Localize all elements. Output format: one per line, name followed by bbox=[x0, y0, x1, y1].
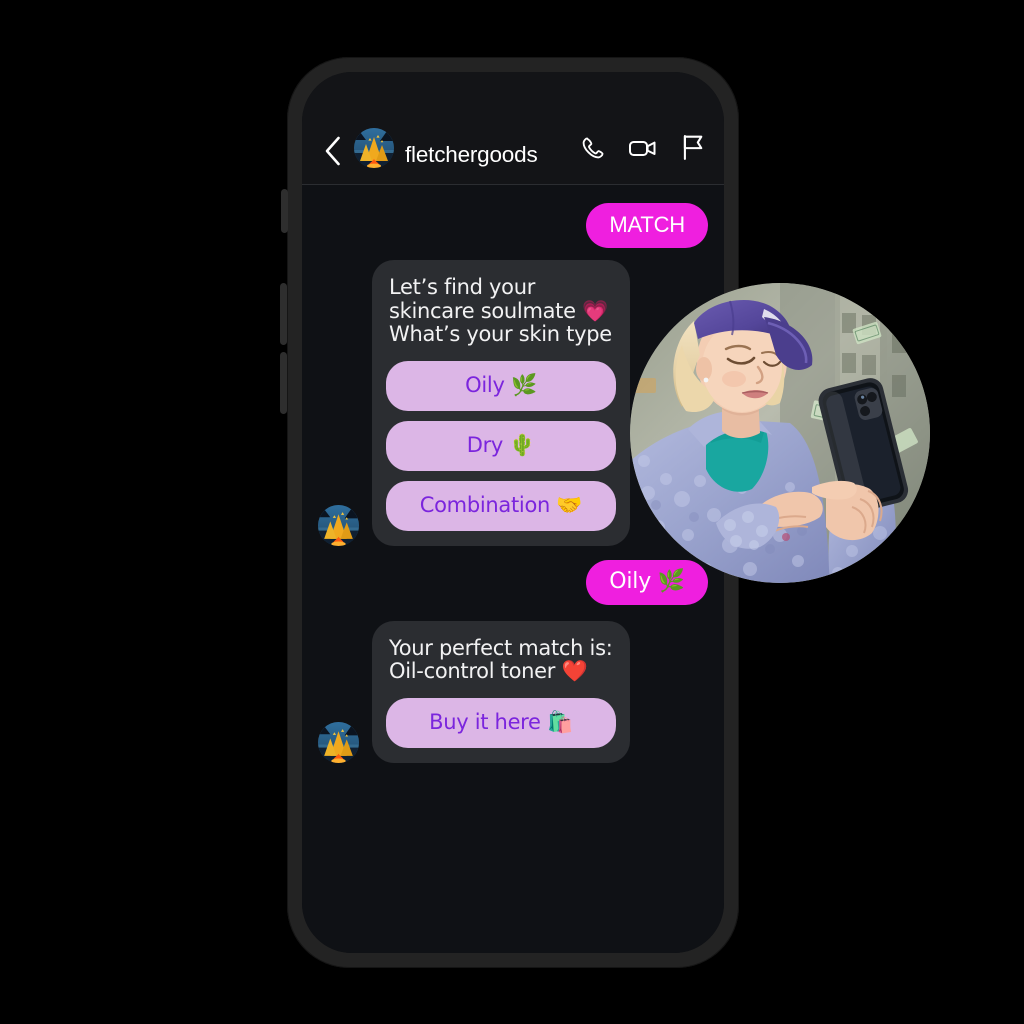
message-row-outgoing: MATCH bbox=[318, 203, 708, 249]
header-actions bbox=[580, 134, 706, 168]
avatar[interactable] bbox=[318, 504, 359, 546]
message-text: Let’s find your skincare soulmate 💗What’… bbox=[389, 275, 612, 347]
campfire-avatar-icon bbox=[354, 128, 394, 168]
chat-header: fletchergoods bbox=[302, 72, 724, 185]
quick-reply-oily[interactable]: Oily 🌿 bbox=[386, 360, 616, 411]
avatar[interactable] bbox=[354, 128, 394, 168]
woman-using-phone-photo bbox=[630, 283, 930, 583]
message-bubble-outgoing[interactable]: MATCH bbox=[586, 203, 708, 249]
campfire-avatar-icon bbox=[318, 504, 359, 546]
quick-reply-dry[interactable]: Dry 🌵 bbox=[386, 420, 616, 471]
flag-icon[interactable] bbox=[680, 134, 706, 166]
message-row-incoming: Your perfect match is: Oil-control toner… bbox=[318, 620, 708, 763]
chevron-left-icon bbox=[325, 136, 340, 166]
photo-illustration bbox=[630, 283, 930, 583]
message-text: Your perfect match is: Oil-control toner… bbox=[389, 635, 613, 684]
phone-volume-up-button[interactable] bbox=[280, 283, 287, 345]
message-bubble-incoming: Let’s find your skincare soulmate 💗What’… bbox=[372, 260, 630, 546]
back-button[interactable] bbox=[320, 134, 344, 168]
phone-call-icon[interactable] bbox=[580, 135, 606, 166]
screenshot-canvas: fletchergoods MATCH Let’s find your skin… bbox=[0, 0, 1024, 1024]
quick-reply-buy-it-here[interactable]: Buy it here 🛍️ bbox=[386, 697, 616, 748]
conversation-title: fletchergoods bbox=[405, 142, 538, 167]
phone-volume-down-button[interactable] bbox=[280, 352, 287, 414]
message-row-outgoing: Oily 🌿 bbox=[318, 559, 708, 605]
avatar[interactable] bbox=[318, 721, 359, 763]
message-bubble-incoming: Your perfect match is: Oil-control toner… bbox=[372, 620, 630, 763]
message-list[interactable]: MATCH Let’s find your skincare soulmate … bbox=[302, 185, 724, 953]
quick-reply-combination[interactable]: Combination 🤝 bbox=[386, 480, 616, 531]
video-camera-icon[interactable] bbox=[628, 135, 658, 166]
campfire-avatar-icon bbox=[318, 721, 359, 763]
phone-silent-switch[interactable] bbox=[281, 189, 288, 233]
message-bubble-outgoing[interactable]: Oily 🌿 bbox=[586, 559, 708, 605]
